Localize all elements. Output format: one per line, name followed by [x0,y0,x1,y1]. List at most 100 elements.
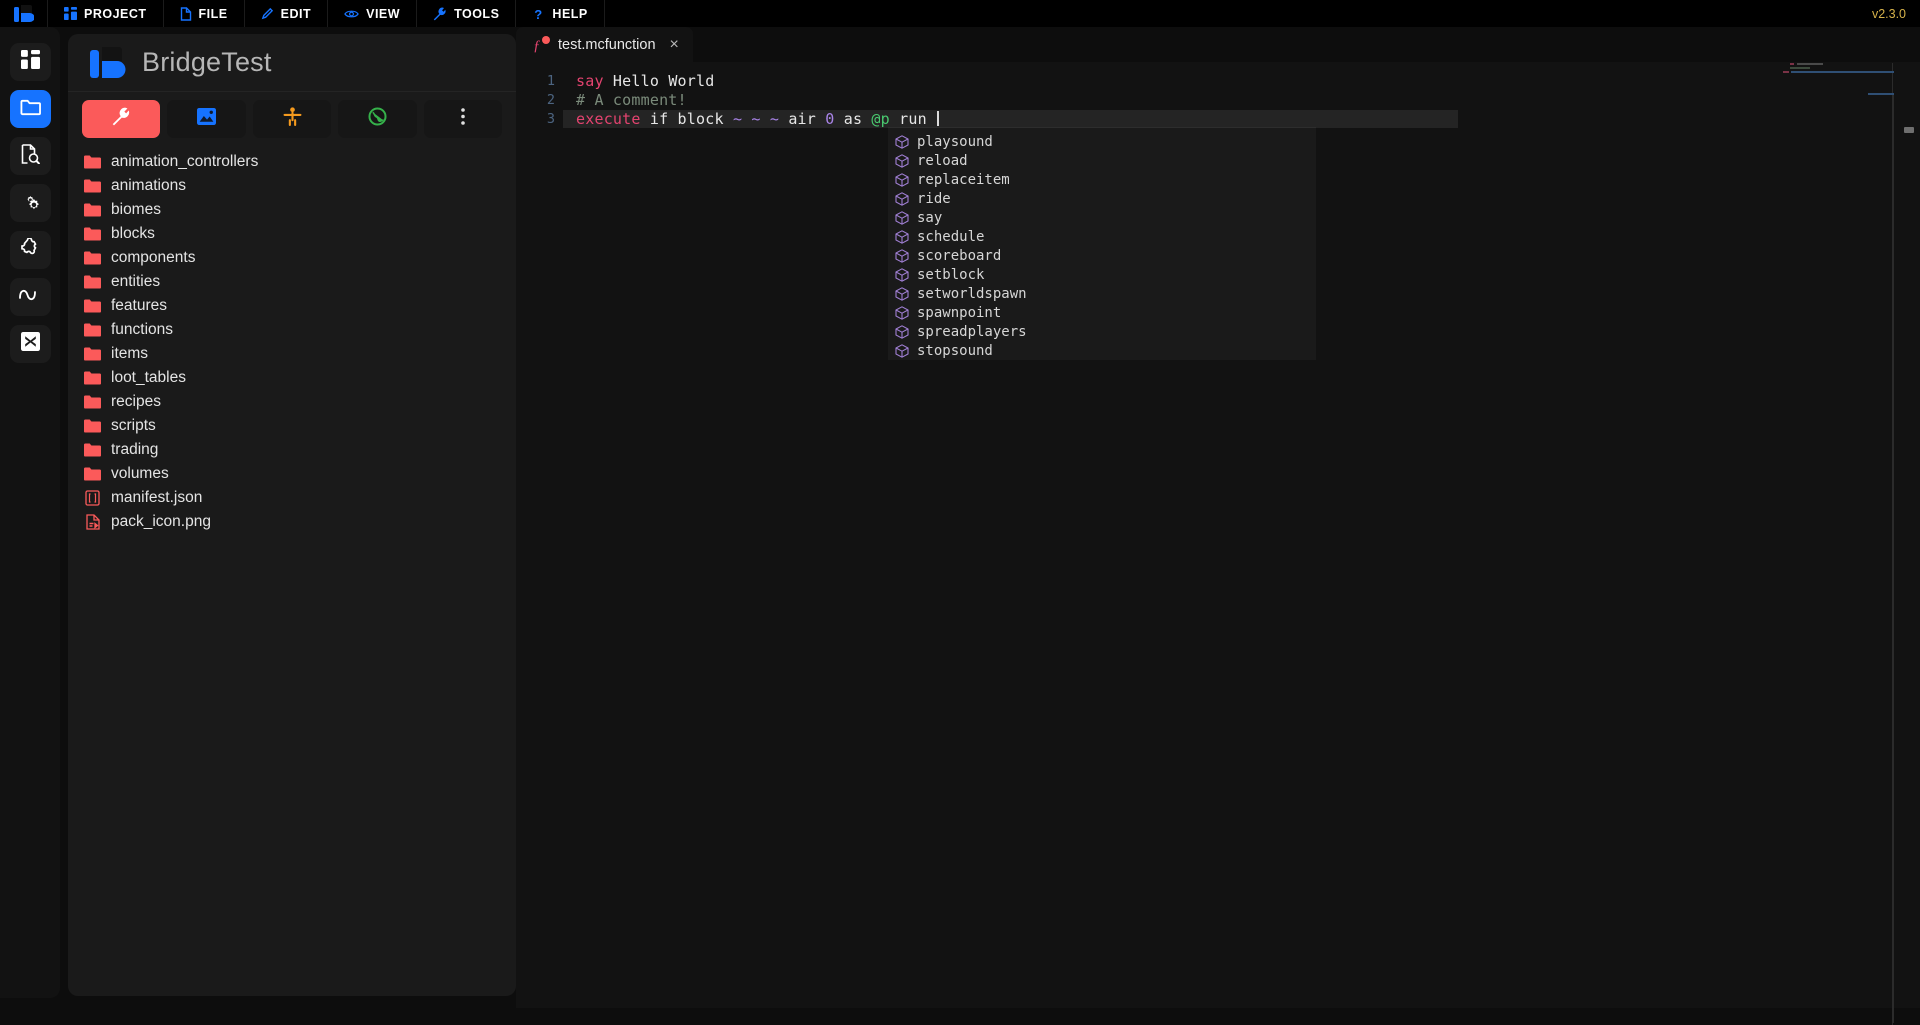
autocomplete-item[interactable]: spreadplayers [888,322,1316,341]
autocomplete-item[interactable]: spawnpoint [888,303,1316,322]
vertical-scrollbar-thumb[interactable] [1904,127,1914,133]
tree-folder-row[interactable]: animations [68,174,516,198]
tree-folder-row[interactable]: functions [68,318,516,342]
puzzle-piece-icon [20,238,40,263]
tree-item-label: entities [111,273,160,291]
svg-text:ƒ: ƒ [533,38,541,53]
text-cursor [937,111,939,126]
toolbar-button-tools[interactable] [82,100,160,138]
tree-item-label: components [111,249,195,267]
activity-item-file-search[interactable] [10,137,51,175]
minimap-line [1783,71,1789,73]
autocomplete-item[interactable]: setworldspawn [888,284,1316,303]
autocomplete-item[interactable]: setblock [888,265,1316,284]
autocomplete-item-label: ride [917,191,951,207]
autocomplete-item[interactable]: stopsound [888,341,1316,360]
menu-item-file[interactable]: FILE [164,0,245,27]
folder-icon [84,394,101,411]
folder-icon [84,250,101,267]
tree-folder-row[interactable]: scripts [68,414,516,438]
folder-icon [84,154,101,171]
code-token: execute [576,110,641,128]
dashboard-grid-icon [21,50,40,74]
minimap-line [1791,71,1894,73]
activity-item-explorer[interactable] [10,90,51,128]
cube-icon [895,306,909,320]
tree-item-label: pack_icon.png [111,513,211,531]
autocomplete-item[interactable]: playsound [888,132,1316,151]
autocomplete-item-label: setworldspawn [917,286,1027,302]
tree-item-label: functions [111,321,173,339]
bridge-logo-icon[interactable] [0,0,48,27]
cube-icon [895,135,909,149]
toolbar-button-world[interactable] [338,100,416,138]
project-header: BridgeTest [68,34,516,92]
tree-folder-row[interactable]: items [68,342,516,366]
tree-item-label: trading [111,441,158,459]
tree-folder-row[interactable]: components [68,246,516,270]
autocomplete-item[interactable]: reload [888,151,1316,170]
menu-item-view[interactable]: VIEW [328,0,417,27]
line-number: 2 [516,92,563,108]
toolbar-button-more[interactable] [424,100,502,138]
tree-file-row[interactable]: manifest.json [68,486,516,510]
editor-tab[interactable]: ƒ test.mcfunction × [516,27,693,62]
code-token: @p [871,110,889,128]
autocomplete-item[interactable]: scoreboard [888,246,1316,265]
activity-item-settings[interactable] [10,184,51,222]
tree-folder-row[interactable]: trading [68,438,516,462]
tree-folder-row[interactable]: animation_controllers [68,150,516,174]
autocomplete-item[interactable]: schedule [888,227,1316,246]
code-token: # A comment! [576,91,687,109]
autocomplete-item-label: spawnpoint [917,305,1001,321]
line-number: 3 [516,111,563,127]
toolbar-button-entities[interactable] [253,100,331,138]
minimap-line [1790,67,1810,69]
autocomplete-item[interactable]: ride [888,189,1316,208]
globe-icon [368,107,387,131]
folder-icon [84,322,101,339]
image-icon [84,514,101,531]
autocomplete-item-label: spreadplayers [917,324,1027,340]
autocomplete-item[interactable]: replaceitem [888,170,1316,189]
menu-item-project[interactable]: PROJECT [48,0,164,27]
minimap[interactable] [1783,63,1893,123]
file-icon [180,7,192,21]
autocomplete-popup: playsound reloadreplaceitem ridesayschedul… [888,127,1316,360]
tree-folder-row[interactable]: entities [68,270,516,294]
close-icon[interactable]: × [670,37,679,53]
code-token: say [576,72,604,90]
autocomplete-item-label: setblock [917,267,984,283]
tree-folder-row[interactable]: blocks [68,222,516,246]
activity-item-dashboard[interactable] [10,43,51,81]
gears-icon [20,191,40,216]
activity-item-textures[interactable] [10,325,51,363]
menu-item-help[interactable]: ? HELP [516,0,604,27]
code-token: if block [641,110,733,128]
tree-folder-row[interactable]: volumes [68,462,516,486]
toolbar-button-images[interactable] [167,100,245,138]
file-panel: BridgeTest [68,34,516,996]
tree-folder-row[interactable]: loot_tables [68,366,516,390]
menu-item-label: TOOLS [454,7,499,21]
cube-icon [895,344,909,358]
menu-item-label: EDIT [281,7,311,21]
cube-icon [895,192,909,206]
autocomplete-item-label: reload [917,153,968,169]
code-line[interactable]: 3execute if block ~ ~ ~ air 0 as @p run [516,110,1920,129]
tree-folder-row[interactable]: recipes [68,390,516,414]
menu-item-tools[interactable]: TOOLS [417,0,516,27]
code-line[interactable]: 2 # A comment! [516,90,1920,109]
activity-item-extensions[interactable] [10,231,51,269]
code-line[interactable]: 1say Hello World [516,71,1920,90]
menu-item-label: PROJECT [84,7,147,21]
activity-item-audio[interactable] [10,278,51,316]
autocomplete-item[interactable]: say [888,208,1316,227]
file-panel-toolbar [68,92,516,146]
tree-folder-row[interactable]: features [68,294,516,318]
code-text: say Hello World [563,72,714,90]
folder-icon [84,442,101,459]
tree-file-row[interactable]: pack_icon.png [68,510,516,534]
menu-item-edit[interactable]: EDIT [245,0,328,27]
tree-folder-row[interactable]: biomes [68,198,516,222]
